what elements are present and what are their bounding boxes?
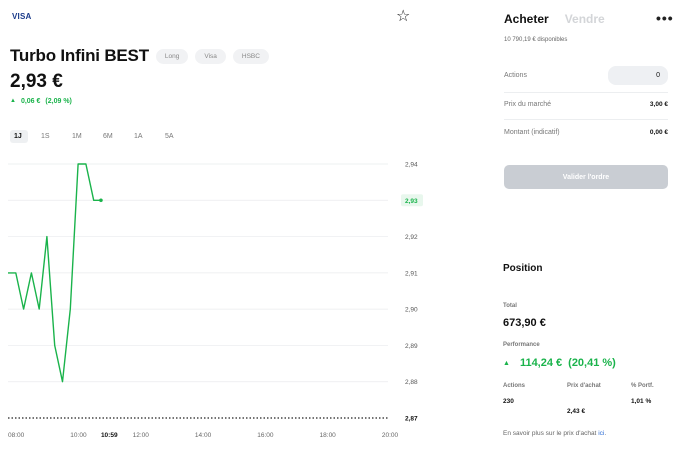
tab-buy[interactable]: Acheter <box>504 12 549 26</box>
period-5a[interactable]: 5A <box>165 133 196 143</box>
actions-count: 230 <box>503 398 514 405</box>
divider <box>504 92 668 93</box>
perf-abs: 114,24 € <box>519 357 563 369</box>
triangle-up-icon: ▲ <box>10 98 16 104</box>
order-panel: Acheter Vendre ••• 10 790,19 € disponibl… <box>490 0 690 455</box>
info-text: En savoir plus sur le prix d'achat ici. <box>503 430 606 437</box>
more-icon[interactable]: ••• <box>656 10 674 26</box>
period-1m[interactable]: 1M <box>72 133 103 143</box>
order-tabs: Acheter Vendre <box>504 12 605 26</box>
x-tick-label: 10:59 <box>101 432 118 439</box>
validate-order-button[interactable]: Valider l'ordre <box>504 165 668 189</box>
y-tick-label: 2,90 <box>405 307 418 314</box>
period-6m[interactable]: 6M <box>103 133 134 143</box>
period-1j[interactable]: 1J <box>10 130 28 143</box>
amount-label: Montant (indicatif) <box>504 129 560 136</box>
y-tick-label: 2,91 <box>405 270 418 277</box>
available-funds: 10 790,19 € disponibles <box>504 37 568 43</box>
change-pct: (2,09 %) <box>45 98 72 105</box>
total-label: Total <box>503 303 517 309</box>
col-actions: Actions <box>503 383 526 389</box>
period-1s[interactable]: 1S <box>41 133 72 143</box>
col-purchase-price: Prix d'achat <box>567 383 601 389</box>
current-price: 2,93 € <box>10 71 63 92</box>
actions-input[interactable] <box>608 66 668 85</box>
y-tick-label: 2,89 <box>405 343 418 350</box>
visa-logo: VISA <box>12 12 32 21</box>
data-point <box>99 198 103 203</box>
y-tick-label: 2,92 <box>405 234 418 241</box>
divider <box>504 119 668 120</box>
amount-row: Montant (indicatif) 0,00 € <box>504 129 668 136</box>
x-tick-label: 08:00 <box>8 432 25 439</box>
x-tick-label: 18:00 <box>320 432 337 439</box>
col-weight: % Portf. <box>631 383 654 389</box>
perf-pct: (20,41 %) <box>568 357 616 369</box>
position-title: Position <box>503 263 543 274</box>
current-price-label: 2,93 <box>405 198 418 205</box>
market-price-row: Prix du marché 3,00 € <box>504 101 668 108</box>
period-1a[interactable]: 1A <box>134 133 165 143</box>
x-tick-label: 14:00 <box>195 432 212 439</box>
y-tick-label: 2,88 <box>405 379 418 386</box>
purchase-price: 2,43 € <box>567 408 586 415</box>
price-change: ▲ 0,06 € (2,09 %) <box>10 98 72 105</box>
market-price-value: 3,00 € <box>649 101 668 108</box>
instrument-panel: VISA ☆ Turbo Infini BEST Long Visa HSBC … <box>0 0 490 455</box>
tag-visa: Visa <box>195 48 226 64</box>
period-selector: 1J 1S 1M 6M 1A 5A <box>10 130 196 143</box>
info-suffix: . <box>604 430 607 437</box>
amount-value: 0,00 € <box>649 129 668 136</box>
y-tick-label: 2,87 <box>405 416 418 423</box>
actions-row: Actions <box>504 66 668 85</box>
price-chart[interactable]: 2,942,932,922,912,902,892,882,872,9308:0… <box>0 150 440 450</box>
x-tick-label: 12:00 <box>133 432 150 439</box>
market-price-label: Prix du marché <box>504 101 552 108</box>
tag-hsbc: HSBC <box>232 48 269 64</box>
y-tick-label: 2,94 <box>405 162 418 169</box>
triangle-up-icon: ▲ <box>503 359 510 367</box>
x-tick-label: 10:00 <box>70 432 87 439</box>
info-label: En savoir plus sur le prix d'achat <box>503 430 597 437</box>
instrument-title: Turbo Infini BEST <box>10 46 149 65</box>
change-abs: 0,06 € <box>20 98 41 105</box>
x-tick-label: 20:00 <box>382 432 399 439</box>
tab-sell[interactable]: Vendre <box>565 12 605 26</box>
actions-label: Actions <box>504 72 527 79</box>
x-tick-label: 16:00 <box>257 432 274 439</box>
title-row: Turbo Infini BEST Long Visa HSBC <box>10 46 269 66</box>
performance-value: ▲ 114,24 € (20,41 %) <box>503 357 616 369</box>
tag-long: Long <box>155 48 189 64</box>
star-icon[interactable]: ☆ <box>396 8 410 26</box>
performance-label: Performance <box>503 342 540 348</box>
total-value: 673,90 € <box>503 317 546 329</box>
portfolio-weight: 1,01 % <box>631 398 652 405</box>
